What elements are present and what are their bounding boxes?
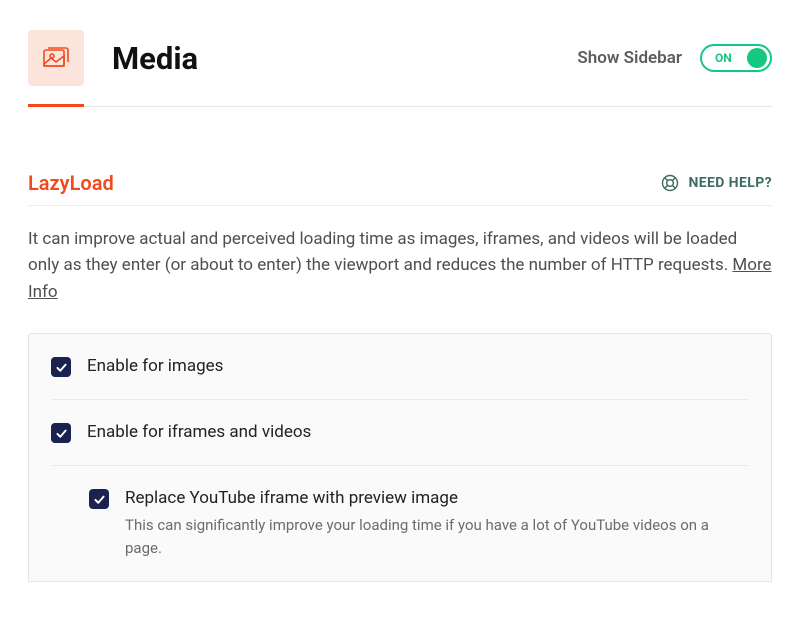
section-header: LazyLoad NEED HELP? [28,171,772,206]
need-help-link[interactable]: NEED HELP? [660,173,772,193]
active-tab-indicator [28,104,84,107]
option-text: Replace YouTube iframe with preview imag… [125,488,749,559]
section-title: LazyLoad [28,171,114,195]
sidebar-toggle[interactable]: ON [700,44,772,72]
checkbox-enable-images[interactable] [51,357,71,377]
option-label-iframes: Enable for iframes and videos [87,422,311,442]
option-label-youtube: Replace YouTube iframe with preview imag… [125,488,749,508]
header-right: Show Sidebar ON [577,44,772,72]
section-description: It can improve actual and perceived load… [28,226,772,305]
option-enable-iframes: Enable for iframes and videos [51,400,749,466]
option-enable-images: Enable for images [51,334,749,400]
check-icon [55,361,68,374]
checkbox-replace-youtube[interactable] [89,489,109,509]
check-icon [55,427,68,440]
toggle-state-label: ON [715,51,732,65]
toggle-knob [747,48,767,68]
option-replace-youtube: Replace YouTube iframe with preview imag… [51,466,749,581]
option-text: Enable for images [87,356,223,376]
media-icon [28,30,84,86]
option-text: Enable for iframes and videos [87,422,311,442]
checkbox-enable-iframes[interactable] [51,423,71,443]
show-sidebar-label: Show Sidebar [577,48,682,68]
need-help-text: NEED HELP? [688,175,772,191]
page-header: Media Show Sidebar ON [28,30,772,107]
lifebuoy-icon [660,173,680,193]
page-title: Media [112,40,198,77]
option-label-images: Enable for images [87,356,223,376]
header-left: Media [28,30,198,86]
section-description-text: It can improve actual and perceived load… [28,229,737,275]
option-desc-youtube: This can significantly improve your load… [125,514,749,559]
check-icon [93,493,106,506]
options-panel: Enable for images Enable for iframes and… [28,333,772,582]
